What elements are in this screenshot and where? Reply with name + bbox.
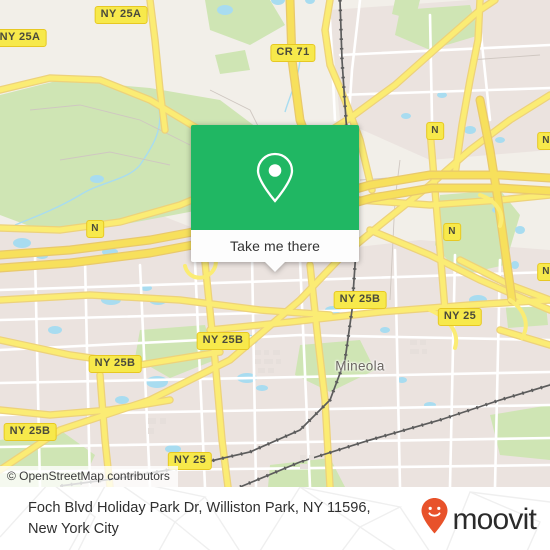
road-shield: NY 25B	[196, 332, 250, 350]
take-me-there-label: Take me there	[229, 238, 320, 254]
moovit-pin-icon	[420, 497, 449, 540]
footer-bar: Foch Blvd Holiday Park Dr, Williston Par…	[0, 487, 550, 550]
road-shield: NY 25A	[0, 29, 47, 47]
take-me-there-button[interactable]: Take me there	[191, 230, 359, 262]
popup-tail	[264, 261, 286, 272]
osm-attribution[interactable]: © OpenStreetMap contributors	[0, 466, 178, 487]
road-shield: NY 25B	[3, 423, 57, 441]
junction-marker: N	[537, 132, 550, 150]
junction-marker: N	[537, 263, 550, 281]
address-text: Foch Blvd Holiday Park Dr, Williston Par…	[28, 498, 420, 540]
junction-marker: N	[86, 220, 104, 238]
road-shield: NY 25B	[88, 355, 142, 373]
place-label-mineola: Mineola	[335, 358, 385, 374]
map-viewport[interactable]: .park{fill:#cfe5b4;} .urban{fill:#ebe3df…	[0, 0, 550, 487]
road-shield: NY 25	[437, 308, 483, 326]
junction-marker: N	[443, 223, 461, 241]
moovit-logo[interactable]: moovit	[420, 497, 537, 540]
address-line-1: Foch Blvd Holiday Park Dr, Williston Par…	[28, 499, 371, 516]
popup-header	[191, 125, 359, 230]
road-shield: NY 25A	[94, 6, 148, 24]
address-line-2: New York City	[28, 520, 119, 537]
map-pin-icon	[253, 150, 297, 206]
road-shield: NY 25B	[333, 291, 387, 309]
moovit-wordmark: moovit	[452, 502, 536, 536]
junction-marker: N	[426, 122, 444, 140]
moovit-location-card-screenshot: .park{fill:#cfe5b4;} .urban{fill:#ebe3df…	[0, 0, 550, 550]
location-popup-card[interactable]: Take me there	[191, 125, 359, 272]
road-shield: CR 71	[270, 44, 316, 62]
